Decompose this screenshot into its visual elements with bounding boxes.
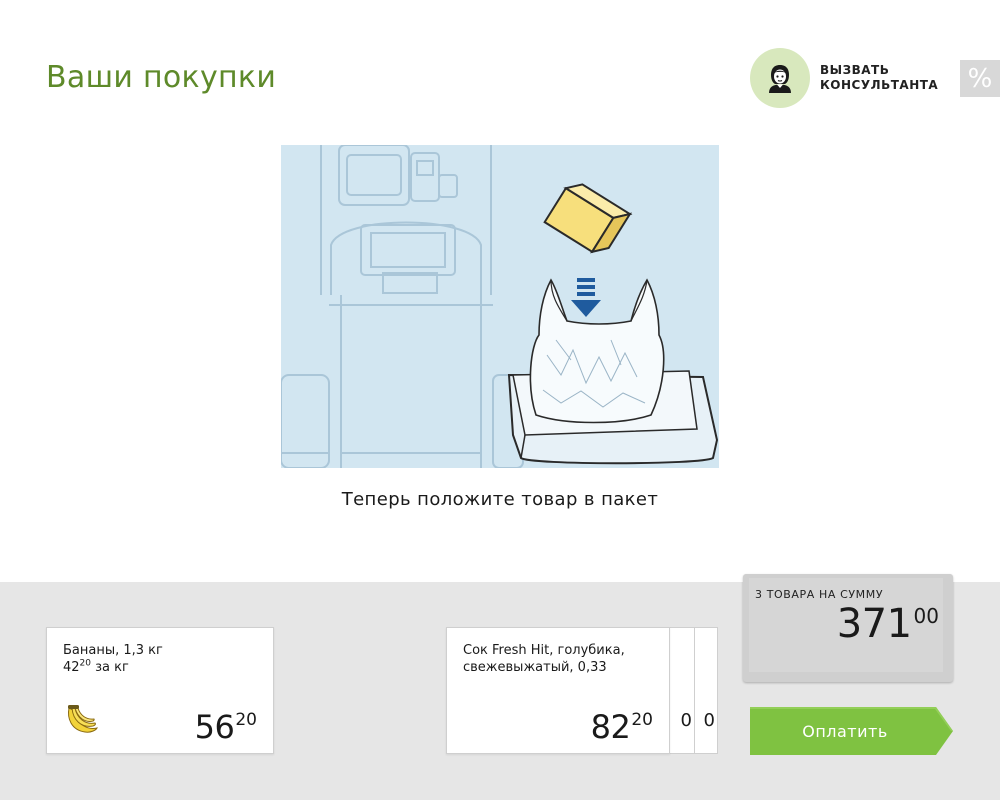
item-price: 5620 xyxy=(194,708,257,746)
total-amount: 371 00 xyxy=(836,601,939,647)
banana-icon xyxy=(63,704,99,740)
cart-item-juice[interactable]: Сок Fresh Hit, голубика, свежевыжатый, 0… xyxy=(446,627,670,754)
stack-edge-price: 0 xyxy=(680,710,692,731)
pay-button[interactable]: Оплатить xyxy=(750,707,953,755)
total-label: 3 ТОВАРА НА СУММУ xyxy=(755,588,884,601)
assistant-label: ВЫЗВАТЬ КОНСУЛЬТАНТА xyxy=(820,63,939,92)
bagging-illustration xyxy=(281,145,719,468)
cart-item-bananas[interactable]: Бананы, 1,3 кг 4220 за кг 5620 xyxy=(46,627,274,754)
item-price: 8220 xyxy=(590,708,653,746)
item-name: Сок Fresh Hit, голубика, свежевыжатый, 0… xyxy=(463,643,625,675)
stack-edge-price: 0 xyxy=(703,710,715,731)
item-unit-price: 4220 за кг xyxy=(63,658,129,675)
assistant-person-icon xyxy=(750,48,810,108)
page-title: Ваши покупки xyxy=(46,60,277,95)
total-summary: 3 ТОВАРА НА СУММУ 371 00 xyxy=(743,574,953,682)
instruction-text: Теперь положите товар в пакет xyxy=(341,489,659,510)
call-assistant-button[interactable]: ВЫЗВАТЬ КОНСУЛЬТАНТА xyxy=(750,48,939,108)
pay-button-label: Оплатить xyxy=(802,721,888,741)
item-name: Бананы, 1,3 кг xyxy=(63,643,163,658)
item-details: Бананы, 1,3 кг 4220 за кг xyxy=(63,642,253,676)
discount-button[interactable]: % xyxy=(960,60,1000,97)
percent-icon: % xyxy=(967,63,993,94)
